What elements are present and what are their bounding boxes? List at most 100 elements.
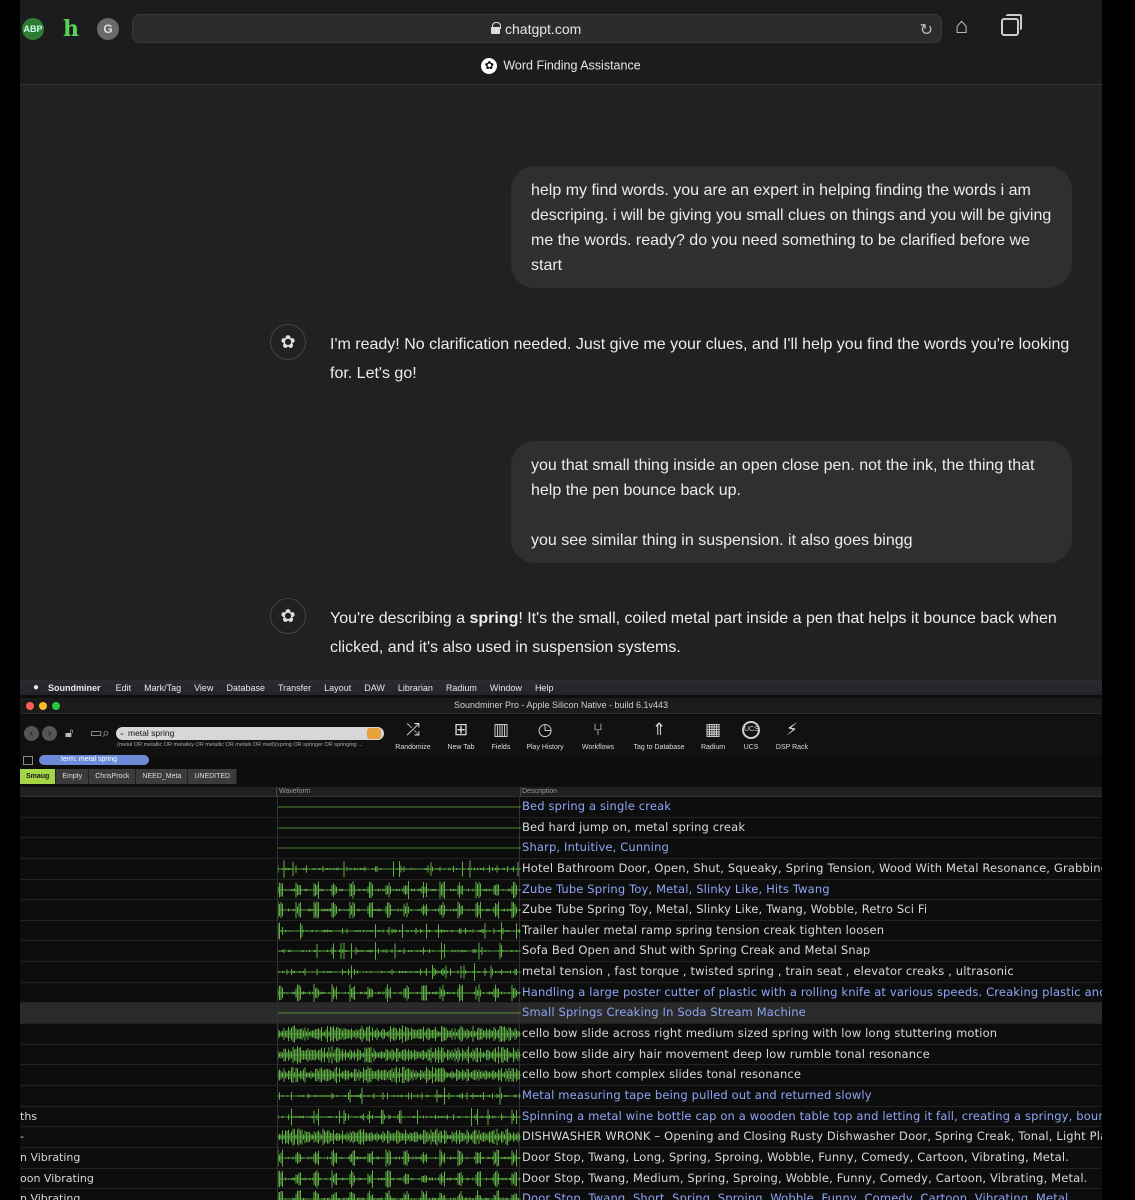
waveform-cell[interactable] bbox=[277, 1168, 521, 1189]
table-row[interactable]: metal tension , fast torque , twisted sp… bbox=[20, 962, 1102, 983]
table-row[interactable]: cello bow slide across right medium size… bbox=[20, 1024, 1102, 1045]
waveform-graphic bbox=[278, 963, 521, 981]
table-row[interactable]: Zube Tube Spring Toy, Metal, Slinky Like… bbox=[20, 879, 1102, 901]
waveform-graphic bbox=[278, 922, 521, 940]
db-tab-unedited[interactable]: UNEDITED bbox=[188, 769, 238, 784]
table-row[interactable]: - DISHWASHER WRONK – Opening and Closing … bbox=[20, 1127, 1102, 1148]
menu-transfer[interactable]: Transfer bbox=[278, 683, 311, 693]
column-waveform[interactable]: Waveform bbox=[279, 788, 311, 795]
menu-edit[interactable]: Edit bbox=[116, 683, 132, 693]
search-value[interactable]: metal spring bbox=[128, 728, 174, 738]
db-tab-smaug[interactable]: Smaug bbox=[20, 769, 57, 784]
workflows-button[interactable]: ⑂ Workflows bbox=[578, 719, 618, 751]
waveform-cell[interactable] bbox=[277, 838, 521, 859]
adblock-extension-icon[interactable]: ABP bbox=[22, 18, 44, 40]
table-row[interactable]: Zube Tube Spring Toy, Metal, Slinky Like… bbox=[20, 900, 1102, 921]
user-message: help my find words. you are an expert in… bbox=[511, 166, 1072, 288]
table-row[interactable]: Bed spring a single creak bbox=[20, 797, 1102, 818]
url-text[interactable]: chatgpt.com bbox=[505, 21, 581, 37]
play-history-button[interactable]: ◷ Play History bbox=[523, 719, 567, 751]
randomize-button[interactable]: ⤮ Randomize bbox=[393, 719, 433, 751]
db-tab-need-meta[interactable]: NEED_Meta bbox=[136, 769, 189, 784]
waveform-cell[interactable] bbox=[277, 1127, 521, 1148]
unlock-icon[interactable]: 🔓︎ bbox=[65, 725, 79, 741]
column-divider[interactable] bbox=[520, 787, 521, 797]
menu-soundminer[interactable]: Soundminer bbox=[48, 683, 101, 693]
new-tab-button[interactable]: ⊞ New Tab bbox=[443, 719, 479, 751]
waveform-cell[interactable] bbox=[277, 879, 521, 900]
table-row[interactable]: Bed hard jump on, metal spring creak bbox=[20, 817, 1102, 839]
grammarly-extension-icon[interactable]: G bbox=[97, 18, 119, 40]
menu-view[interactable]: View bbox=[194, 683, 213, 693]
column-divider[interactable] bbox=[276, 787, 277, 797]
forward-arrow-icon[interactable]: › bbox=[42, 726, 57, 741]
tag-to-database-button[interactable]: ⇑ Tag to Database bbox=[625, 719, 693, 751]
waveform-cell[interactable] bbox=[277, 1147, 521, 1168]
waveform-cell[interactable] bbox=[277, 797, 521, 817]
honey-extension-icon[interactable]: h bbox=[60, 16, 82, 42]
reload-icon[interactable]: ↻ bbox=[920, 20, 933, 40]
apple-menu-icon[interactable]: ● bbox=[33, 682, 39, 693]
menu-daw[interactable]: DAW bbox=[364, 683, 385, 693]
waveform-cell[interactable] bbox=[277, 941, 521, 962]
lock-icon bbox=[491, 22, 501, 34]
waveform-cell[interactable] bbox=[277, 962, 521, 983]
menu-librarian[interactable]: Librarian bbox=[398, 683, 433, 693]
table-row[interactable]: Sharp, Intuitive, Cunning bbox=[20, 838, 1102, 859]
description-cell: Trailer hauler metal ramp spring tension… bbox=[522, 922, 885, 937]
chatgpt-avatar-icon: ✿ bbox=[270, 598, 306, 634]
back-arrow-icon[interactable]: ‹ bbox=[24, 726, 39, 741]
waveform-cell[interactable] bbox=[277, 1044, 521, 1065]
waveform-cell[interactable] bbox=[277, 1065, 521, 1086]
table-row[interactable]: Metal measuring tape being pulled out an… bbox=[20, 1085, 1102, 1107]
table-row[interactable]: ths Spinning a metal wine bottle cap on a… bbox=[20, 1106, 1102, 1128]
waveform-cell[interactable] bbox=[277, 920, 521, 941]
menu-mark-tag[interactable]: Mark/Tag bbox=[144, 683, 181, 693]
tab-title[interactable]: ✿ Word Finding Assistance bbox=[20, 58, 1102, 74]
table-row[interactable]: Hotel Bathroom Door, Open, Shut, Squeaky… bbox=[20, 858, 1102, 880]
address-bar[interactable]: chatgpt.com ↻ bbox=[132, 14, 942, 43]
table-row[interactable]: Trailer hauler metal ramp spring tension… bbox=[20, 920, 1102, 942]
waveform-cell[interactable] bbox=[277, 1106, 521, 1127]
menu-help[interactable]: Help bbox=[535, 683, 554, 693]
waveform-cell[interactable] bbox=[277, 900, 521, 921]
ucs-button[interactable]: UCS UCS bbox=[737, 719, 765, 751]
menu-radium[interactable]: Radium bbox=[446, 683, 477, 693]
search-dropdown-icon[interactable]: ⌄ bbox=[119, 727, 125, 740]
description-cell: DISHWASHER WRONK – Opening and Closing R… bbox=[522, 1129, 1102, 1144]
table-row[interactable]: cello bow slide airy hair movement deep … bbox=[20, 1044, 1102, 1066]
waveform-cell[interactable] bbox=[277, 1189, 521, 1200]
description-cell: Door Stop, Twang, Short, Spring, Sproing… bbox=[522, 1191, 1073, 1200]
waveform-cell[interactable] bbox=[277, 817, 521, 838]
menu-layout[interactable]: Layout bbox=[324, 683, 351, 693]
table-row[interactable]: Small Springs Creaking In Soda Stream Ma… bbox=[20, 1003, 1102, 1025]
dsp-rack-button[interactable]: ⚡︎ DSP Rack bbox=[772, 719, 812, 751]
column-description[interactable]: Description bbox=[522, 788, 557, 795]
table-row[interactable]: n Vibrating Door Stop, Twang, Short, Spri… bbox=[20, 1189, 1102, 1200]
search-go-button[interactable] bbox=[367, 728, 381, 739]
table-row[interactable]: Handling a large poster cutter of plasti… bbox=[20, 982, 1102, 1004]
waveform-cell[interactable] bbox=[277, 982, 521, 1003]
results-column-header: Waveform Description bbox=[20, 787, 1102, 797]
table-row[interactable]: oon Vibrating Door Stop, Twang, Medium, S… bbox=[20, 1168, 1102, 1190]
table-row[interactable]: Sofa Bed Open and Shut with Spring Creak… bbox=[20, 941, 1102, 963]
folder-search-icon[interactable]: ▭⌕ bbox=[90, 725, 112, 741]
search-term-chip[interactable]: term: metal spring bbox=[39, 755, 149, 765]
table-row[interactable]: cello bow short complex slides tonal res… bbox=[20, 1065, 1102, 1086]
new-tab-label: New Tab bbox=[447, 744, 475, 751]
db-tab-empty[interactable]: Empty bbox=[56, 769, 90, 784]
terms-checkbox[interactable] bbox=[23, 756, 33, 765]
radium-button[interactable]: ▦ Radium bbox=[696, 719, 730, 751]
waveform-cell[interactable] bbox=[277, 858, 521, 879]
search-input[interactable]: ⌄ metal spring bbox=[116, 727, 384, 740]
waveform-cell[interactable] bbox=[277, 1085, 521, 1106]
tabs-overview-icon[interactable] bbox=[1001, 14, 1022, 36]
db-tab-chrisprock[interactable]: ChrisProck bbox=[89, 769, 137, 784]
waveform-cell[interactable] bbox=[277, 1003, 521, 1024]
table-row[interactable]: n Vibrating Door Stop, Twang, Long, Sprin… bbox=[20, 1147, 1102, 1169]
waveform-cell[interactable] bbox=[277, 1024, 521, 1045]
fields-button[interactable]: ▥ Fields bbox=[486, 719, 516, 751]
menu-window[interactable]: Window bbox=[490, 683, 522, 693]
menu-database[interactable]: Database bbox=[226, 683, 265, 693]
home-icon[interactable]: ⌂ bbox=[955, 15, 979, 39]
